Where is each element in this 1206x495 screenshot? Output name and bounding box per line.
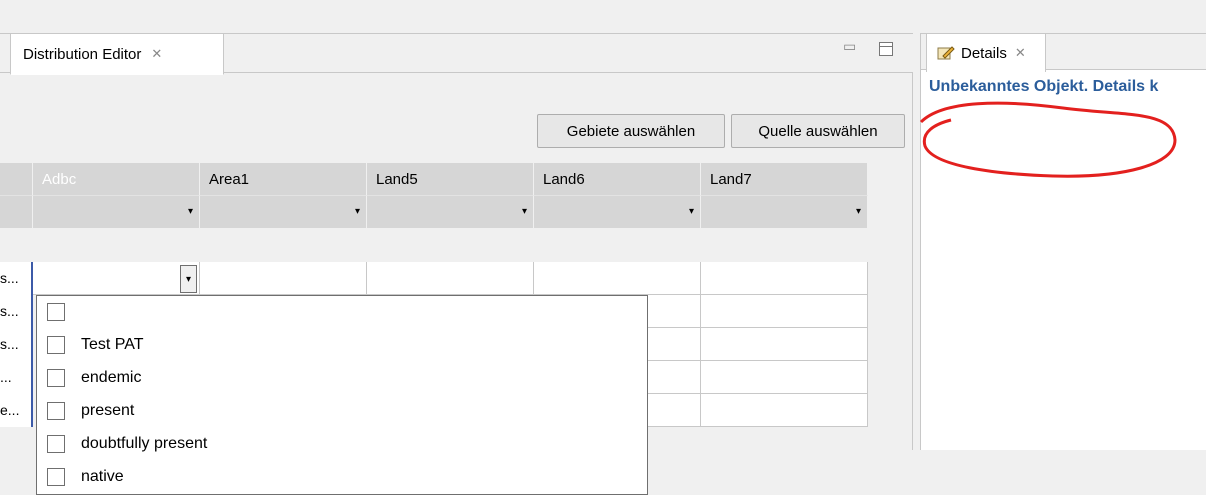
table-cell[interactable] <box>200 262 367 295</box>
filter-land6[interactable]: ▾ <box>534 195 701 228</box>
dropdown-option[interactable]: endemic <box>47 362 141 394</box>
select-areas-button[interactable]: Gebiete auswählen <box>537 114 725 148</box>
cell-dropdown-button[interactable]: ▾ <box>180 265 197 293</box>
edit-pencil-icon <box>937 46 955 60</box>
status-dropdown-list: Test PAT endemic present doubtfully pres… <box>36 295 648 495</box>
tab-title: Distribution Editor <box>23 45 142 63</box>
tab-title: Details <box>961 44 1007 62</box>
checkbox[interactable] <box>47 402 65 420</box>
red-annotation-circle <box>919 101 1177 178</box>
table-cell[interactable] <box>701 328 868 361</box>
editor-tab-bar: Distribution Editor ✕ ▭ <box>0 33 913 75</box>
checkbox[interactable] <box>47 435 65 453</box>
table-cell[interactable] <box>367 262 534 295</box>
top-strip <box>0 0 1206 33</box>
row-header-corner <box>0 163 33 195</box>
close-icon[interactable]: ✕ <box>1015 45 1026 61</box>
chevron-down-icon[interactable]: ▾ <box>355 206 360 217</box>
dropdown-option[interactable]: doubtfully present <box>47 428 207 460</box>
details-tab-bar: Details ✕ <box>921 33 1206 72</box>
row-label[interactable]: s... <box>0 262 33 295</box>
filter-land5[interactable]: ▾ <box>367 195 534 228</box>
table-cell[interactable] <box>33 262 200 295</box>
filter-area1[interactable]: ▾ <box>200 195 367 228</box>
checkbox[interactable] <box>47 303 65 321</box>
column-header-land5[interactable]: Land5 <box>367 163 534 195</box>
table-cell[interactable] <box>701 361 868 394</box>
checkbox[interactable] <box>47 369 65 387</box>
dropdown-option[interactable]: native <box>47 461 124 493</box>
column-label: Area1 <box>209 170 250 188</box>
dropdown-option[interactable] <box>47 296 81 328</box>
option-label: Test PAT <box>81 336 144 353</box>
chevron-down-icon[interactable]: ▾ <box>188 206 193 217</box>
distribution-editor-pane: Distribution Editor ✕ ▭ Gebiete auswähle… <box>0 33 913 495</box>
details-pane: Details ✕ Unbekanntes Objekt. Details k <box>919 33 1206 450</box>
filter-adbc[interactable]: ▾ <box>33 195 200 228</box>
option-label: endemic <box>81 369 142 386</box>
column-label: Land6 <box>543 170 585 188</box>
column-label: Adbc <box>42 170 77 188</box>
table-cell[interactable] <box>534 262 701 295</box>
table-cell[interactable] <box>701 394 868 427</box>
chevron-down-icon[interactable]: ▾ <box>522 206 527 217</box>
option-label: doubtfully present <box>81 435 208 452</box>
close-icon[interactable]: ✕ <box>151 46 162 62</box>
dropdown-option[interactable]: present <box>47 395 134 427</box>
row-label[interactable]: s... <box>0 295 33 328</box>
minimize-icon[interactable]: ▭ <box>843 39 857 53</box>
table-cell[interactable] <box>701 295 868 328</box>
column-label: Land5 <box>376 170 418 188</box>
checkbox[interactable] <box>47 336 65 354</box>
checkbox[interactable] <box>47 468 65 486</box>
table-cell[interactable] <box>701 262 868 295</box>
tab-distribution-editor[interactable]: Distribution Editor ✕ <box>10 34 224 75</box>
option-label: native <box>81 468 124 485</box>
row-label[interactable]: ... <box>0 361 33 394</box>
column-header-land6[interactable]: Land6 <box>534 163 701 195</box>
chevron-down-icon[interactable]: ▾ <box>689 206 694 217</box>
option-label: present <box>81 402 135 419</box>
tab-details[interactable]: Details ✕ <box>926 34 1046 72</box>
row-label[interactable]: s... <box>0 328 33 361</box>
filter-land7[interactable]: ▾ <box>701 195 868 228</box>
chevron-down-icon[interactable]: ▾ <box>856 206 861 217</box>
column-label: Land7 <box>710 170 752 188</box>
dropdown-option[interactable]: Test PAT <box>47 329 144 361</box>
column-header-adbc[interactable]: Adbc <box>33 163 200 195</box>
column-header-area1[interactable]: Area1 <box>200 163 367 195</box>
select-source-button[interactable]: Quelle auswählen <box>731 114 905 148</box>
row-label[interactable]: e... <box>0 394 33 427</box>
maximize-icon[interactable] <box>879 42 893 56</box>
column-header-land7[interactable]: Land7 <box>701 163 868 195</box>
filter-corner <box>0 195 33 228</box>
